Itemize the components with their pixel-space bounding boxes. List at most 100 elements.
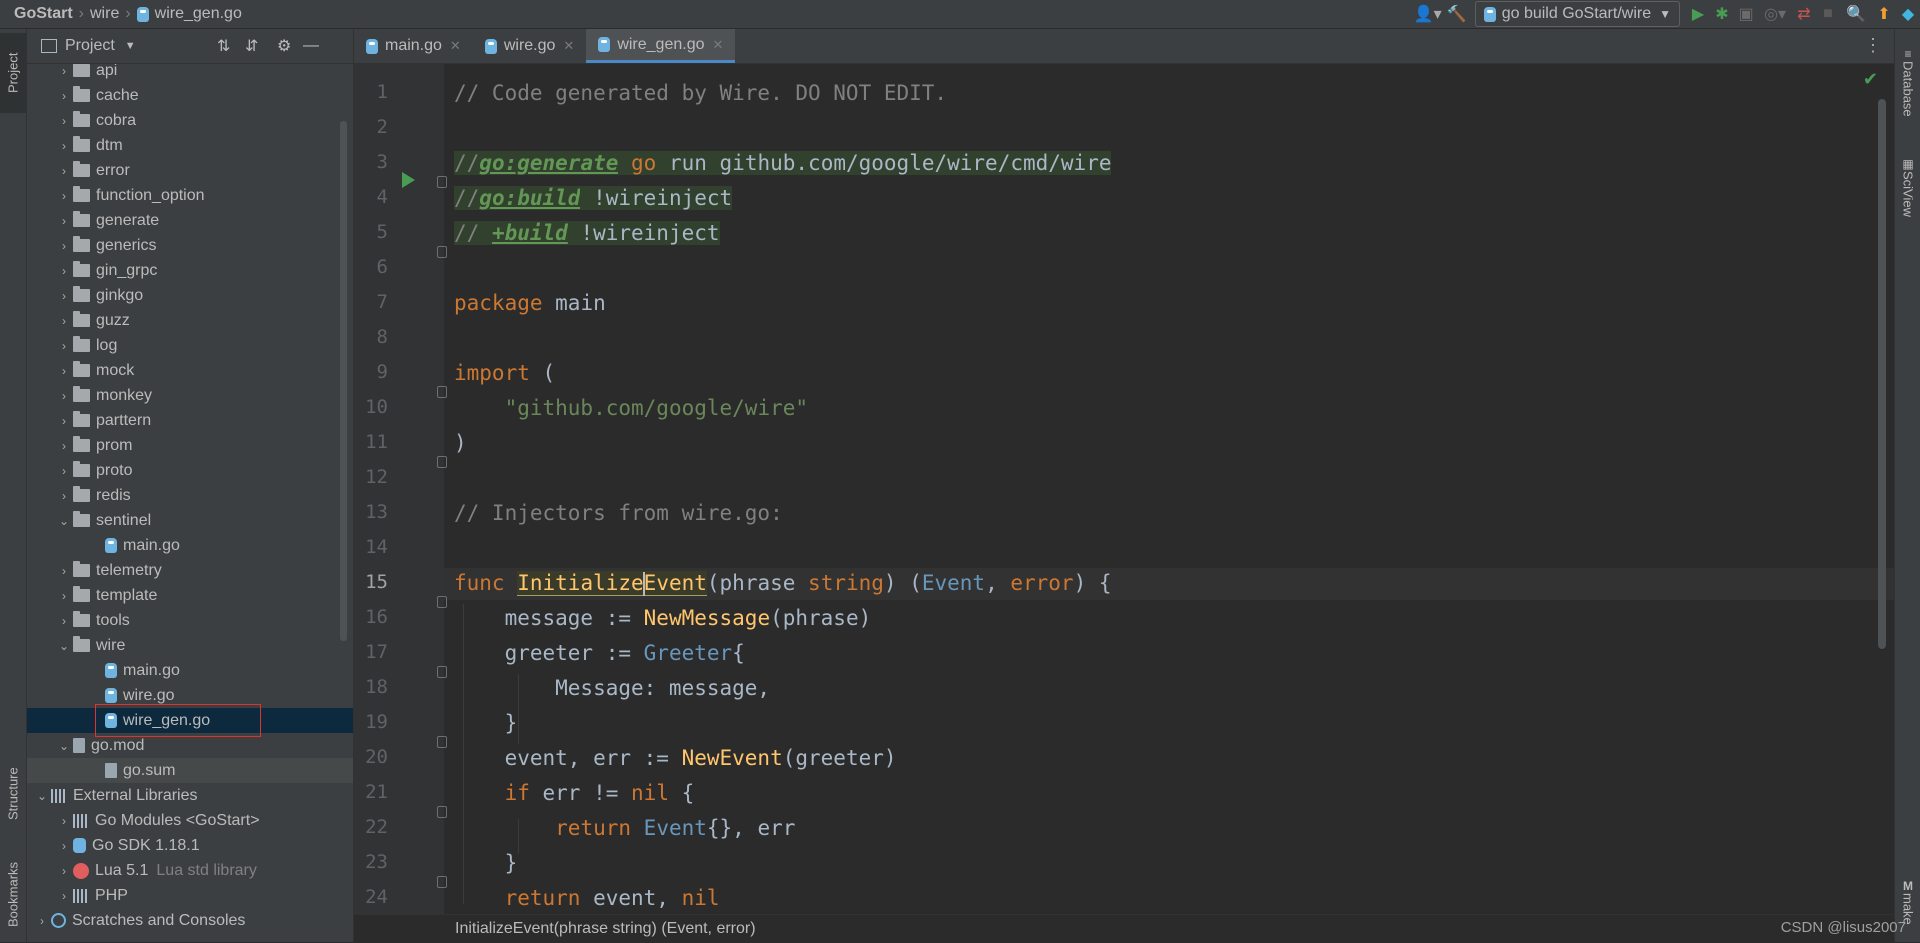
run-configuration-dropdown[interactable]: go build GoStart/wire ▼	[1474, 1, 1680, 27]
tree-item-sentinel[interactable]: ⌄ sentinel	[27, 508, 353, 533]
tree-item-api[interactable]: › api	[27, 64, 353, 83]
chevron-down-icon[interactable]: ⌄	[33, 789, 51, 803]
tool-tab-bookmarks[interactable]: Bookmarks	[0, 849, 26, 939]
chevron-right-icon[interactable]: ›	[55, 214, 73, 228]
coverage-icon[interactable]: ▣	[1734, 0, 1758, 28]
build-hammer-icon[interactable]: 🔨	[1445, 0, 1469, 28]
chevron-right-icon[interactable]: ›	[55, 889, 73, 903]
breadcrumb-project[interactable]: GoStart	[14, 5, 73, 23]
chevron-right-icon[interactable]: ›	[55, 614, 73, 628]
run-gutter-icon[interactable]	[402, 172, 415, 188]
gear-icon[interactable]: ⚙	[277, 36, 291, 56]
chevron-right-icon[interactable]: ›	[55, 464, 73, 478]
fold-marker-icon[interactable]	[437, 666, 447, 678]
fold-marker-icon[interactable]	[437, 876, 447, 888]
tree-item-proto[interactable]: › proto	[27, 458, 353, 483]
chevron-right-icon[interactable]: ›	[55, 264, 73, 278]
tree-item-template[interactable]: › template	[27, 583, 353, 608]
fold-marker-icon[interactable]	[437, 736, 447, 748]
tree-item-php[interactable]: › PHP	[27, 883, 353, 908]
tree-item-wire[interactable]: ⌄ wire	[27, 633, 353, 658]
chevron-right-icon[interactable]: ›	[55, 414, 73, 428]
chevron-right-icon[interactable]: ›	[55, 564, 73, 578]
tree-item-cache[interactable]: › cache	[27, 83, 353, 108]
chevron-right-icon[interactable]: ›	[55, 489, 73, 503]
fold-marker-icon[interactable]	[437, 806, 447, 818]
debug-icon[interactable]: ✱	[1710, 0, 1734, 28]
tree-item-mock[interactable]: › mock	[27, 358, 353, 383]
tree-item-go-sdk[interactable]: › Go SDK 1.18.1	[27, 833, 353, 858]
tree-item-wire-main-go[interactable]: main.go	[27, 658, 353, 683]
tool-tab-project[interactable]: Project	[0, 33, 26, 113]
project-view-selector[interactable]: Project	[65, 37, 115, 55]
tree-item-ginkgo[interactable]: › ginkgo	[27, 283, 353, 308]
tree-item-guzz[interactable]: › guzz	[27, 308, 353, 333]
update-icon[interactable]: ⬆	[1872, 0, 1896, 28]
chevron-right-icon[interactable]: ›	[55, 314, 73, 328]
tree-item-parttern[interactable]: › parttern	[27, 408, 353, 433]
close-icon[interactable]: ✕	[450, 38, 461, 54]
chevron-down-icon[interactable]: ⌄	[55, 639, 73, 653]
tree-item-prom[interactable]: › prom	[27, 433, 353, 458]
close-icon[interactable]: ✕	[712, 37, 723, 53]
editor-scrollbar[interactable]	[1878, 99, 1886, 649]
tree-item-external-libraries[interactable]: ⌄ External Libraries	[27, 783, 353, 808]
chevron-right-icon[interactable]: ›	[55, 439, 73, 453]
search-icon[interactable]: 🔍	[1840, 0, 1872, 28]
chevron-right-icon[interactable]: ›	[55, 339, 73, 353]
fold-marker-icon[interactable]	[437, 176, 447, 188]
tree-item-scratches[interactable]: › Scratches and Consoles	[27, 908, 353, 933]
chevron-right-icon[interactable]: ›	[33, 914, 51, 928]
run-icon[interactable]: ▶	[1686, 0, 1710, 28]
fold-marker-icon[interactable]	[437, 386, 447, 398]
tree-item-generate[interactable]: › generate	[27, 208, 353, 233]
profile-icon[interactable]: ◎▾	[1758, 0, 1792, 28]
chevron-down-icon[interactable]: ⌄	[55, 514, 73, 528]
fold-marker-icon[interactable]	[437, 596, 447, 608]
expand-all-icon[interactable]: ⇅	[217, 36, 230, 56]
tree-item-go-modules[interactable]: › Go Modules <GoStart>	[27, 808, 353, 833]
plugin-icon[interactable]: ◆	[1896, 0, 1920, 28]
tool-tab-sciview[interactable]: ▦ SciView	[1895, 147, 1920, 227]
chevron-right-icon[interactable]: ›	[55, 139, 73, 153]
tree-item-lua[interactable]: › Lua 5.1 Lua std library	[27, 858, 353, 883]
tree-item-function-option[interactable]: › function_option	[27, 183, 353, 208]
chevron-right-icon[interactable]: ›	[55, 864, 73, 878]
chevron-right-icon[interactable]: ›	[55, 189, 73, 203]
tree-item-error[interactable]: › error	[27, 158, 353, 183]
tree-item-monkey[interactable]: › monkey	[27, 383, 353, 408]
tree-item-sentinel-main-go[interactable]: main.go	[27, 533, 353, 558]
chevron-right-icon[interactable]: ›	[55, 364, 73, 378]
fold-marker-icon[interactable]	[437, 456, 447, 468]
tree-item-tools[interactable]: › tools	[27, 608, 353, 633]
project-scrollbar[interactable]	[340, 121, 347, 641]
chevron-right-icon[interactable]: ›	[55, 389, 73, 403]
stop-icon[interactable]: ■	[1816, 0, 1840, 28]
close-icon[interactable]: ✕	[563, 38, 574, 54]
chevron-right-icon[interactable]: ›	[55, 239, 73, 253]
user-icon[interactable]: 👤▾	[1411, 0, 1445, 28]
fold-marker-icon[interactable]	[437, 246, 447, 258]
tree-item-telemetry[interactable]: › telemetry	[27, 558, 353, 583]
collapse-all-icon[interactable]: ⇵	[245, 36, 258, 56]
tree-item-redis[interactable]: › redis	[27, 483, 353, 508]
tree-item-generics[interactable]: › generics	[27, 233, 353, 258]
tool-tab-database[interactable]: ≡ Database	[1895, 37, 1920, 127]
breadcrumb-folder[interactable]: wire	[90, 5, 119, 23]
chevron-right-icon[interactable]: ›	[55, 89, 73, 103]
editor-tab-wire-go[interactable]: wire.go ✕	[473, 29, 586, 63]
editor-tab-wire-gen-go[interactable]: wire_gen.go ✕	[586, 29, 736, 63]
inspection-ok-icon[interactable]: ✔	[1863, 69, 1878, 90]
chevron-right-icon[interactable]: ›	[55, 114, 73, 128]
tree-item-log[interactable]: › log	[27, 333, 353, 358]
chevron-down-icon[interactable]: ▼	[125, 40, 136, 52]
chevron-right-icon[interactable]: ›	[55, 289, 73, 303]
chevron-right-icon[interactable]: ›	[55, 839, 73, 853]
tool-tab-structure[interactable]: Structure	[0, 749, 26, 839]
chevron-right-icon[interactable]: ›	[55, 64, 73, 78]
hide-icon[interactable]: —	[303, 37, 319, 55]
attach-icon[interactable]: ⇄	[1792, 0, 1816, 28]
chevron-right-icon[interactable]: ›	[55, 814, 73, 828]
editor-breadcrumb[interactable]: InitializeEvent(phrase string) (Event, e…	[455, 920, 756, 938]
tree-item-dtm[interactable]: › dtm	[27, 133, 353, 158]
